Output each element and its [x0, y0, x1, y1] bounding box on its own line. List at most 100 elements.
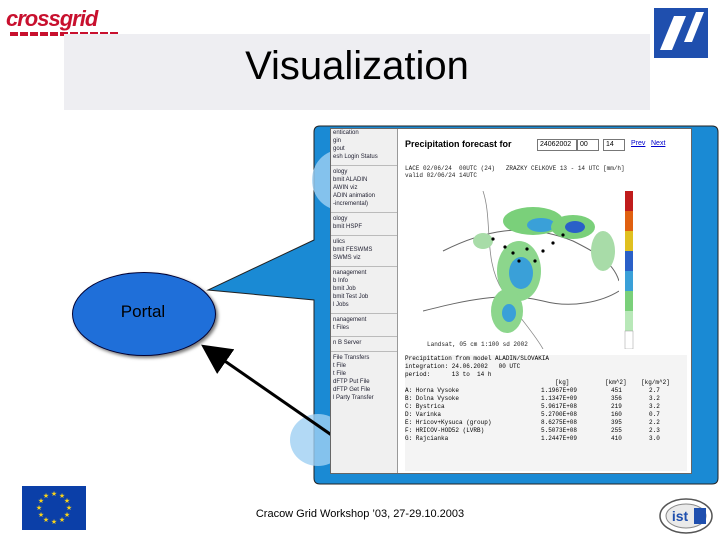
nav-item[interactable]: bmit Job — [331, 285, 397, 293]
table-cell-name: G: Rajcianka — [405, 435, 449, 442]
table-cell-kg: 1.2447E+09 — [541, 435, 578, 442]
table-row: D: Varinka 5.2700E+08 160 0.7 — [405, 411, 687, 419]
ist-logo-text: ist — [672, 508, 689, 524]
table-cell-kg: 5.9617E+08 — [541, 403, 578, 410]
table-cell-name: B: Dolna Vysoke — [405, 395, 460, 402]
ist-logo-icon: ist — [659, 498, 713, 534]
svg-text:★: ★ — [51, 490, 57, 498]
nav-item[interactable]: ology — [331, 215, 397, 223]
nav-item[interactable]: t Files — [331, 324, 397, 332]
nav-item[interactable]: entication — [331, 129, 397, 137]
footer-text: Cracow Grid Workshop ’03, 27-29.10.2003 — [255, 508, 465, 520]
table-row: B: Dolna Vysoke 1.1347E+09 356 3.2 — [405, 395, 687, 403]
portal-label: Portal — [120, 302, 166, 321]
map-caption: Landsat, 05 cm 1:100 sd 2002 — [427, 341, 528, 348]
table-cell-kgm2: 2.2 — [649, 419, 660, 426]
eu-flag-icon: ★ ★★ ★★★ ★★★ ★★★ — [22, 486, 86, 530]
nav-item[interactable]: t File — [331, 362, 397, 370]
table-row: G: Rajcianka 1.2447E+09 410 3.0 — [405, 435, 687, 443]
nav-item[interactable]: dFTP Get File — [331, 386, 397, 394]
table-cell-kg: 5.5073E+08 — [541, 427, 578, 434]
nav-item[interactable]: SWMS viz — [331, 254, 397, 262]
prev-link[interactable]: Prev — [631, 140, 645, 147]
table-cell-kgm2: 2.3 — [649, 427, 660, 434]
table-cell-name: C: Bystrica — [405, 403, 445, 410]
col-kgm2: [kg/m^2] — [641, 379, 670, 386]
table-cell-km2: 255 — [611, 427, 622, 434]
step-select[interactable]: 14 — [603, 139, 625, 151]
svg-text:★: ★ — [59, 516, 65, 524]
nav-item[interactable]: bmit HSPF — [331, 223, 397, 231]
svg-text:★: ★ — [43, 492, 49, 500]
nav-item[interactable]: nanagement — [331, 316, 397, 324]
nav-item[interactable]: ology — [331, 168, 397, 176]
nav-separator — [331, 347, 397, 352]
table-cell-name: A: Horna Vysoke — [405, 387, 460, 394]
nav-separator — [331, 332, 397, 337]
table-cell-km2: 395 — [611, 419, 622, 426]
col-kg: [kg] — [555, 379, 570, 386]
table-cell-kg: 5.2700E+08 — [541, 411, 578, 418]
table-cell-kgm2: 0.7 — [649, 411, 660, 418]
nav-item[interactable]: t File — [331, 370, 397, 378]
table-rows: A: Horna Vysoke 1.1967E+09 451 2.7 B: Dolna … — [405, 387, 687, 443]
table-cell-name: D: Varinka — [405, 411, 442, 418]
svg-text:★: ★ — [38, 511, 44, 519]
table-cell-km2: 160 — [611, 411, 622, 418]
nav-item[interactable]: ulics — [331, 238, 397, 246]
nav-item[interactable]: gin — [331, 137, 397, 145]
nav-item[interactable]: l Party Transfer — [331, 394, 397, 402]
date-select[interactable]: 24062002 — [537, 139, 577, 151]
portal-nav-menu: entication gin gout esh Login Status ology bm… — [331, 129, 398, 473]
table-cell-name: F: HRICOV-HOD52 (LVRB) — [405, 427, 485, 434]
table-cell-kgm2: 3.0 — [649, 435, 660, 442]
nav-item[interactable]: dFTP Put File — [331, 378, 397, 386]
table-cell-kg: 1.1347E+09 — [541, 395, 578, 402]
table-row: F: HRICOV-HOD52 (LVRB) 5.5073E+08 255 2.3 — [405, 427, 687, 435]
table-row: C: Bystrica 5.9617E+08 219 3.2 — [405, 403, 687, 411]
table-title: Precipitation from model ALADIN/SLOVAKIA — [405, 355, 550, 362]
embedded-screenshot: entication gin gout esh Login Status ology bm… — [330, 128, 692, 474]
svg-text:★: ★ — [36, 504, 42, 512]
precip-color-legend — [624, 191, 634, 349]
hour-select[interactable]: 00 — [577, 139, 599, 151]
table-cell-km2: 410 — [611, 435, 622, 442]
table-header-row: [kg] [km^2] [kg/m^2] — [405, 379, 687, 387]
forecast-heading: Precipitation forecast for — [405, 139, 512, 149]
nav-separator — [331, 231, 397, 236]
map-info-line2: valid 02/06/24 14UTC — [405, 172, 478, 179]
table-cell-kgm2: 2.7 — [649, 387, 660, 394]
nav-separator — [331, 208, 397, 213]
nav-item[interactable]: ADIN animation — [331, 192, 397, 200]
nav-separator — [331, 161, 397, 166]
nav-item[interactable]: AWIN viz — [331, 184, 397, 192]
nav-separator — [331, 309, 397, 314]
table-row: A: Horna Vysoke 1.1967E+09 451 2.7 — [405, 387, 687, 395]
table-cell-kgm2: 3.2 — [649, 403, 660, 410]
nav-item[interactable]: bmit ALADIN — [331, 176, 397, 184]
table-period: period: 13 to 14 h — [405, 371, 492, 378]
precipitation-map — [423, 191, 619, 349]
nav-item[interactable]: bmit FESWMS — [331, 246, 397, 254]
nav-item[interactable]: n B Server — [331, 339, 397, 347]
nav-item[interactable]: -incremental) — [331, 200, 397, 208]
table-cell-km2: 356 — [611, 395, 622, 402]
nav-item[interactable]: bmit Test Job — [331, 293, 397, 301]
nav-item[interactable]: nanagement — [331, 269, 397, 277]
table-cell-name: E: Hricov+Kysuca (group) — [405, 419, 492, 426]
table-cell-kg: 1.1967E+09 — [541, 387, 578, 394]
nav-item[interactable]: gout — [331, 145, 397, 153]
map-info-line1: LACE 02/06/24 00UTC (24) ZRAZKY CELKOVE … — [405, 165, 625, 172]
nav-item[interactable]: l Jobs — [331, 301, 397, 309]
nav-item[interactable]: esh Login Status — [331, 153, 397, 161]
nav-separator — [331, 262, 397, 267]
precip-table: Precipitation from model ALADIN/SLOVAKIA… — [405, 355, 687, 471]
table-cell-kg: 8.6275E+08 — [541, 419, 578, 426]
svg-text:★: ★ — [51, 518, 57, 526]
table-cell-km2: 451 — [611, 387, 622, 394]
nav-item[interactable]: File Transfers — [331, 354, 397, 362]
next-link[interactable]: Next — [651, 140, 665, 147]
table-row: E: Hricov+Kysuca (group) 8.6275E+08 395 2.2 — [405, 419, 687, 427]
nav-item[interactable]: b Info — [331, 277, 397, 285]
table-cell-km2: 219 — [611, 403, 622, 410]
